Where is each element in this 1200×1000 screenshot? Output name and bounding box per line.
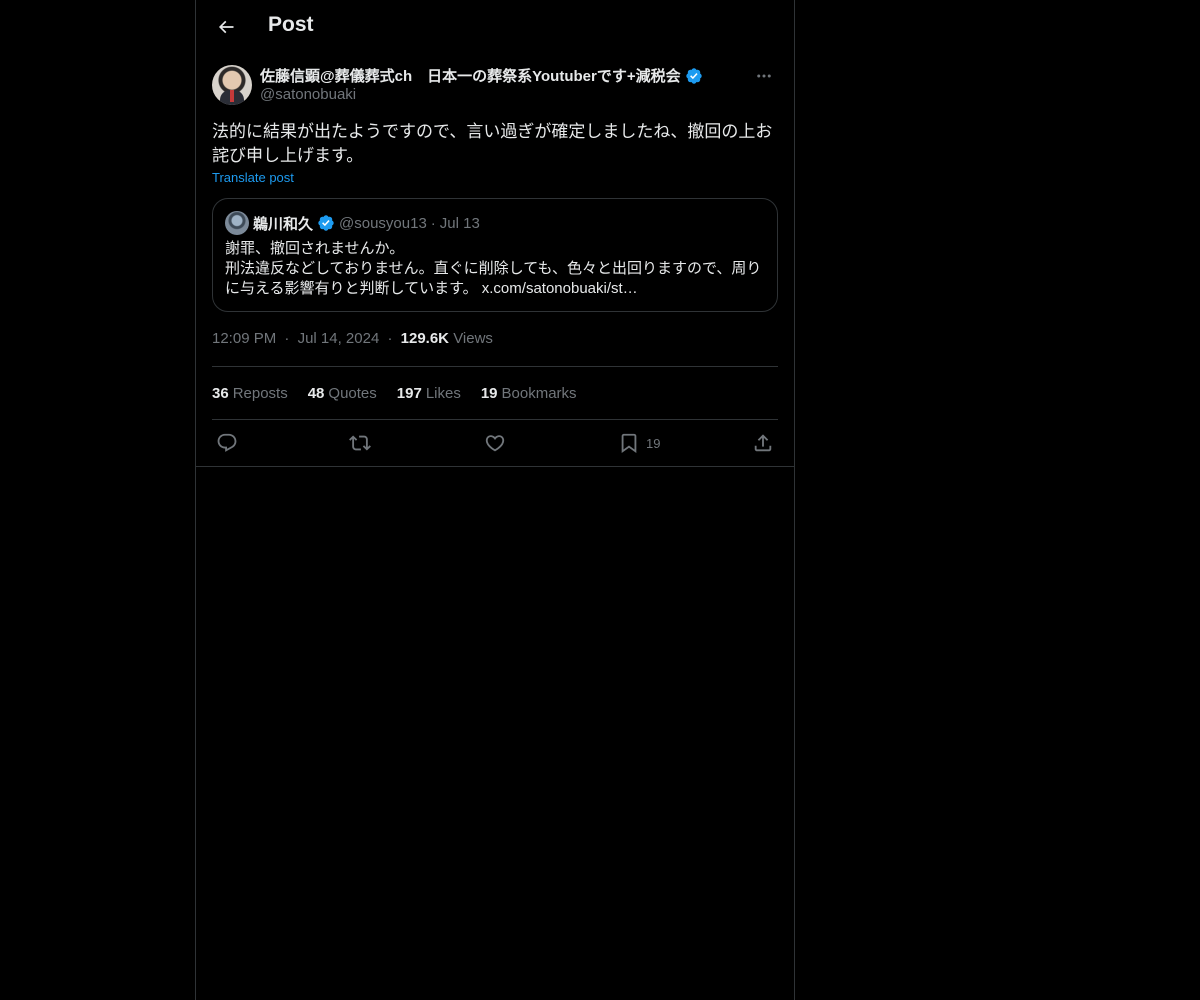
reposts-stat[interactable]: 36 Reposts: [212, 385, 288, 402]
quote-date: Jul 13: [439, 214, 480, 232]
post-meta: 12:09 PM · Jul 14, 2024 · 129.6K Views: [212, 330, 778, 350]
post-bottom-border: [196, 466, 794, 467]
bookmark-button[interactable]: 19: [618, 431, 660, 455]
quotes-count: 48: [307, 384, 325, 402]
quote-text-line: 謝罪、撤回されませんか。: [225, 240, 405, 257]
quoted-post[interactable]: 鵜川和久 @sousyou13 · Jul 13 謝罪、撤回されませんか。 刑法…: [212, 198, 778, 312]
author-row: 佐藤信顕@葬儀葬式ch 日本一の葬祭系Youtuberです+減税会 @saton…: [212, 64, 778, 108]
back-button[interactable]: [208, 9, 244, 45]
more-button[interactable]: [750, 64, 778, 88]
quotes-label: Quotes: [328, 384, 377, 402]
primary-column: Post 佐藤信顕@葬儀葬式ch 日本一の葬祭系Youtuberです+減税会 @…: [195, 0, 795, 1000]
bookmark-icon: [621, 433, 637, 454]
arrow-left-icon: [218, 20, 234, 34]
avatar[interactable]: [212, 65, 252, 105]
post-text-line: 詫び申し上げます。: [212, 146, 364, 165]
author-name-text: 佐藤信顕@葬儀葬式ch 日本一の葬祭系Youtuberです+減税会: [260, 68, 681, 85]
meta-separator: ·: [387, 330, 393, 347]
quote-text: 謝罪、撤回されませんか。 刑法違反などしておりません。直ぐに削除しても、色々と出…: [225, 239, 765, 299]
views-label: Views: [453, 330, 493, 347]
verified-badge-icon: [318, 215, 334, 231]
more-horizontal-icon: [757, 74, 771, 78]
bookmarks-count: 19: [480, 384, 498, 402]
meta-separator: ·: [284, 330, 290, 347]
post-time[interactable]: 12:09 PM: [212, 330, 276, 347]
post-text: 法的に結果が出たようですので、言い過ぎが確定しましたね、撤回の上お 詫び申し上げ…: [212, 120, 778, 168]
reposts-label: Reposts: [232, 384, 288, 402]
likes-stat[interactable]: 197 Likes: [397, 385, 461, 402]
quotes-stat[interactable]: 48 Quotes: [308, 385, 377, 402]
share-icon: [754, 434, 772, 452]
author-name[interactable]: 佐藤信顕@葬儀葬式ch 日本一の葬祭系Youtuberです+減税会: [260, 65, 703, 86]
author-handle[interactable]: @satonobuaki: [260, 86, 356, 103]
reply-icon: [217, 433, 237, 452]
share-button[interactable]: [752, 431, 774, 455]
heart-icon: [485, 435, 505, 452]
reply-button[interactable]: [216, 431, 238, 455]
top-bar: Post: [196, 0, 794, 54]
quote-avatar: [225, 211, 249, 235]
quote-separator: ·: [430, 214, 436, 232]
repost-icon: [349, 435, 371, 451]
post-text-line: 法的に結果が出たようですので、言い過ぎが確定しましたね、撤回の上お: [212, 122, 773, 141]
bookmark-count: 19: [646, 435, 661, 451]
quote-header: 鵜川和久 @sousyou13 · Jul 13: [225, 211, 480, 235]
translate-post-link[interactable]: Translate post: [212, 170, 294, 185]
post: 佐藤信顕@葬儀葬式ch 日本一の葬祭系Youtuberです+減税会 @saton…: [212, 64, 778, 466]
views-count: 129.6K: [400, 330, 450, 347]
actions-row: 19: [212, 420, 778, 466]
verified-badge-icon: [685, 67, 702, 84]
likes-count: 197: [396, 384, 422, 402]
stats-row: 36 Reposts 48 Quotes 197 Likes 19 Bookmarks: [212, 367, 778, 419]
bookmarks-stat[interactable]: 19 Bookmarks: [481, 385, 577, 402]
like-button[interactable]: [484, 431, 506, 455]
reposts-count: 36: [212, 384, 229, 402]
quote-text-line: 刑法違反などしておりません。直ぐに削除しても、色々と出回りますので、周り: [225, 260, 762, 277]
bookmarks-label: Bookmarks: [501, 384, 577, 402]
repost-button[interactable]: [349, 431, 371, 455]
quote-author-name: 鵜川和久: [253, 215, 314, 233]
page-title: Post: [268, 13, 314, 36]
quote-author-handle: @sousyou13: [339, 214, 427, 232]
likes-label: Likes: [425, 384, 461, 402]
quote-text-line: に与える影響有りと判断しています。 x.com/satonobuaki/st…: [225, 280, 638, 297]
post-date[interactable]: Jul 14, 2024: [298, 330, 380, 347]
